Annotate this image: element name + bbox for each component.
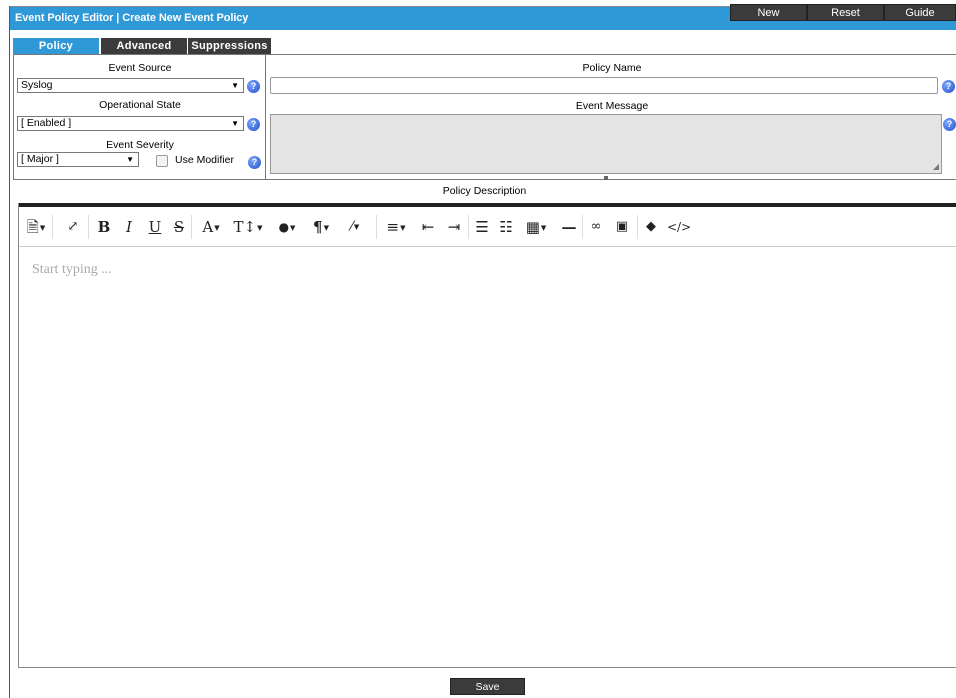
operational-state-label: Operational State — [99, 99, 181, 111]
resize-handle-icon[interactable]: ◢ — [933, 162, 939, 171]
event-severity-help-icon[interactable]: ? — [248, 156, 261, 169]
use-modifier-checkbox[interactable] — [156, 155, 168, 167]
policy-name-help-icon[interactable]: ? — [942, 80, 955, 93]
indent-icon[interactable]: ⇥ — [445, 218, 463, 236]
editor-toolbar: 🗎▼ ⤢ B I U S A▼ T↕▼ ●▼ ¶▼ ⁄▼ ≡▼ ⇤ ⇥ ☰ ☷ … — [19, 207, 956, 247]
dropdown-arrow-icon: ▼ — [126, 155, 134, 164]
code-view-icon[interactable]: </> — [667, 218, 691, 236]
tab-suppressions[interactable]: Suppressions — [188, 38, 271, 54]
magic-style-icon[interactable]: ⁄▼ — [341, 218, 369, 236]
font-size-icon[interactable]: T↕▼ — [233, 218, 263, 236]
event-source-help-icon[interactable]: ? — [247, 80, 260, 93]
ordered-list-icon[interactable]: ☰ — [473, 218, 491, 236]
event-severity-select[interactable]: [ Major ] ▼ — [17, 152, 139, 167]
toolbar-separator — [52, 215, 53, 239]
event-severity-label: Event Severity — [106, 139, 174, 151]
color-icon[interactable]: ●▼ — [274, 218, 300, 236]
horizontal-rule-icon[interactable]: — — [560, 218, 578, 236]
underline-icon[interactable]: U — [147, 218, 163, 236]
policy-description-label: Policy Description — [442, 185, 527, 197]
event-message-help-icon[interactable]: ? — [943, 118, 956, 131]
operational-state-select[interactable]: [ Enabled ] ▼ — [17, 116, 244, 131]
clear-format-icon[interactable]: ◆ — [642, 218, 660, 236]
unordered-list-icon[interactable]: ☷ — [497, 218, 515, 236]
tab-advanced[interactable]: Advanced — [101, 38, 187, 54]
event-source-value: Syslog — [21, 79, 53, 91]
description-editor: 🗎▼ ⤢ B I U S A▼ T↕▼ ●▼ ¶▼ ⁄▼ ≡▼ ⇤ ⇥ ☰ ☷ … — [18, 203, 956, 668]
toolbar-separator — [191, 215, 192, 239]
save-button[interactable]: Save — [450, 678, 525, 695]
form-divider — [265, 55, 266, 180]
toolbar-separator — [88, 215, 89, 239]
operational-state-help-icon[interactable]: ? — [247, 118, 260, 131]
toolbar-separator — [637, 215, 638, 239]
toolbar-separator — [468, 215, 469, 239]
new-button[interactable]: New — [730, 4, 807, 21]
event-severity-value: [ Major ] — [21, 153, 59, 165]
tab-policy[interactable]: Policy — [13, 38, 99, 54]
operational-state-value: [ Enabled ] — [21, 117, 72, 129]
style-icon[interactable]: 🗎▼ — [25, 218, 47, 236]
policy-name-input[interactable] — [270, 77, 938, 94]
fullscreen-icon[interactable]: ⤢ — [64, 218, 82, 236]
toolbar-separator — [376, 215, 377, 239]
bold-icon[interactable]: B — [96, 218, 112, 236]
splitter-handle[interactable] — [604, 176, 608, 180]
event-source-select[interactable]: Syslog ▼ — [17, 78, 244, 93]
font-family-icon[interactable]: A▼ — [197, 218, 225, 236]
paragraph-icon[interactable]: ¶▼ — [308, 218, 334, 236]
event-source-label: Event Source — [108, 62, 172, 74]
outdent-icon[interactable]: ⇤ — [419, 218, 437, 236]
window-title: Event Policy Editor | Create New Event P… — [15, 12, 249, 24]
dropdown-arrow-icon: ▼ — [231, 119, 239, 128]
italic-icon[interactable]: I — [121, 218, 137, 236]
toolbar-separator — [582, 215, 583, 239]
editor-placeholder[interactable]: Start typing ... — [32, 262, 112, 278]
event-message-textarea[interactable]: ◢ — [270, 114, 942, 174]
reset-button[interactable]: Reset — [807, 4, 884, 21]
strikethrough-icon[interactable]: S — [171, 218, 187, 236]
use-modifier-label: Use Modifier — [175, 154, 234, 166]
table-icon[interactable]: ▦▼ — [522, 218, 550, 236]
image-icon[interactable]: ▣ — [613, 218, 631, 236]
policy-name-label: Policy Name — [582, 62, 642, 74]
guide-button[interactable]: Guide — [884, 4, 956, 21]
align-icon[interactable]: ≡▼ — [382, 218, 410, 236]
dropdown-arrow-icon: ▼ — [231, 81, 239, 90]
event-message-label: Event Message — [575, 100, 649, 112]
link-icon[interactable]: ∞ — [587, 218, 605, 236]
